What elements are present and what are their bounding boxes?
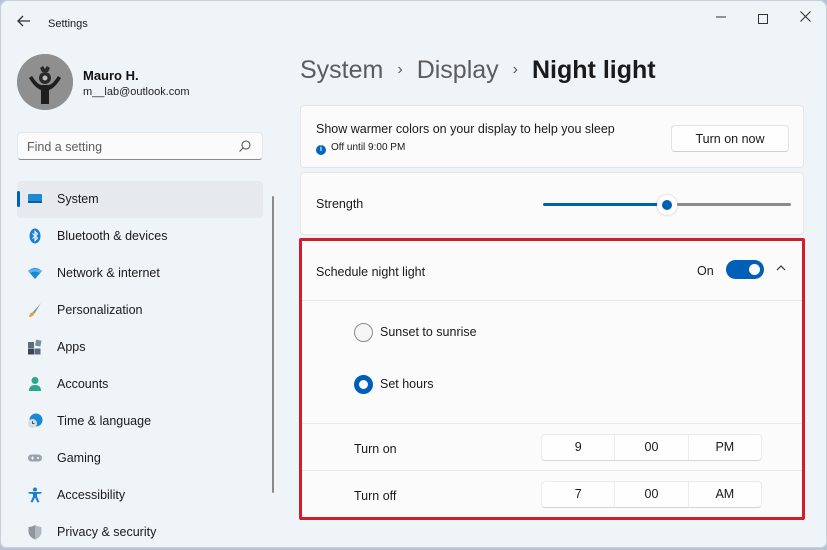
chevron-right-icon: ›: [397, 61, 403, 78]
settings-window: Settings Mauro H. m__lab@outlook.com Sys…: [0, 0, 827, 548]
sidebar-nav: System Bluetooth & devices Network & int…: [17, 181, 263, 547]
sidebar-item-privacy-security[interactable]: Privacy & security: [17, 514, 263, 547]
sidebar-item-label: Gaming: [57, 451, 101, 465]
sidebar-item-system[interactable]: System: [17, 181, 263, 218]
search-icon[interactable]: [238, 139, 252, 153]
apps-icon: [28, 339, 42, 355]
slider-thumb[interactable]: [657, 195, 677, 215]
strength-card: Strength: [300, 172, 804, 235]
close-button[interactable]: [785, 7, 825, 29]
breadcrumb-display[interactable]: Display: [417, 56, 499, 84]
avatar[interactable]: [17, 54, 73, 110]
app-title: Settings: [48, 18, 88, 30]
breadcrumb: System › Display › Night light: [300, 56, 656, 90]
search-box[interactable]: [17, 132, 263, 160]
sidebar-item-label: Time & language: [57, 414, 152, 428]
accessibility-icon: [28, 487, 42, 503]
accounts-icon: [29, 377, 41, 391]
chevron-right-icon: ›: [512, 61, 518, 78]
sidebar-item-accounts[interactable]: Accounts: [17, 366, 263, 403]
minimize-button[interactable]: [701, 7, 741, 29]
gaming-icon: [28, 454, 42, 462]
sidebar-item-personalization[interactable]: Personalization: [17, 292, 263, 329]
night-light-description: Show warmer colors on your display to he…: [316, 122, 615, 136]
active-indicator: [17, 191, 20, 207]
system-icon: [28, 194, 42, 203]
arrow-left-icon: [17, 15, 30, 27]
slider-track-fill: [543, 203, 659, 206]
user-email: m__lab@outlook.com: [83, 86, 190, 98]
shield-icon: [28, 525, 42, 540]
sidebar-item-apps[interactable]: Apps: [17, 329, 263, 366]
title-bar: Settings: [1, 1, 826, 41]
network-icon: [28, 268, 42, 279]
back-button[interactable]: [13, 13, 35, 33]
bluetooth-icon: [29, 228, 41, 244]
avatar-image: [17, 54, 73, 110]
sidebar-item-label: Network & internet: [57, 266, 160, 280]
strength-label: Strength: [316, 197, 364, 211]
night-light-status: i Off until 9:00 PM: [316, 142, 405, 155]
sidebar-item-accessibility[interactable]: Accessibility: [17, 477, 263, 514]
user-name: Mauro H.: [83, 68, 139, 83]
close-icon: [799, 11, 811, 22]
breadcrumb-system[interactable]: System: [300, 56, 383, 84]
night-light-card: Show warmer colors on your display to he…: [300, 105, 804, 168]
sidebar-item-gaming[interactable]: Gaming: [17, 440, 263, 477]
sidebar-item-label: Personalization: [57, 303, 143, 317]
turn-on-now-button[interactable]: Turn on now: [671, 125, 789, 152]
sidebar-item-label: Accounts: [57, 377, 109, 391]
page-title: Night light: [532, 56, 656, 84]
strength-slider[interactable]: [543, 195, 791, 215]
info-icon: i: [316, 145, 326, 155]
search-input[interactable]: [27, 138, 227, 156]
maximize-icon: [758, 13, 768, 24]
sidebar-scrollbar[interactable]: [272, 196, 274, 493]
brush-icon: [29, 303, 41, 317]
status-text: Off until 9:00 PM: [331, 142, 406, 153]
highlight-box: [299, 238, 805, 520]
maximize-button[interactable]: [743, 7, 783, 29]
sidebar-item-label: Bluetooth & devices: [57, 229, 168, 243]
time-language-icon: [28, 413, 43, 428]
sidebar-item-network[interactable]: Network & internet: [17, 255, 263, 292]
sidebar-item-label: Accessibility: [57, 488, 126, 502]
minimize-icon: [716, 16, 726, 18]
sidebar-item-label: Apps: [57, 340, 86, 354]
sidebar-item-label: System: [57, 192, 99, 206]
sidebar-item-label: Privacy & security: [57, 525, 157, 539]
sidebar-item-bluetooth[interactable]: Bluetooth & devices: [17, 218, 263, 255]
slider-track-rest: [677, 203, 791, 206]
sidebar-item-time-language[interactable]: Time & language: [17, 403, 263, 440]
